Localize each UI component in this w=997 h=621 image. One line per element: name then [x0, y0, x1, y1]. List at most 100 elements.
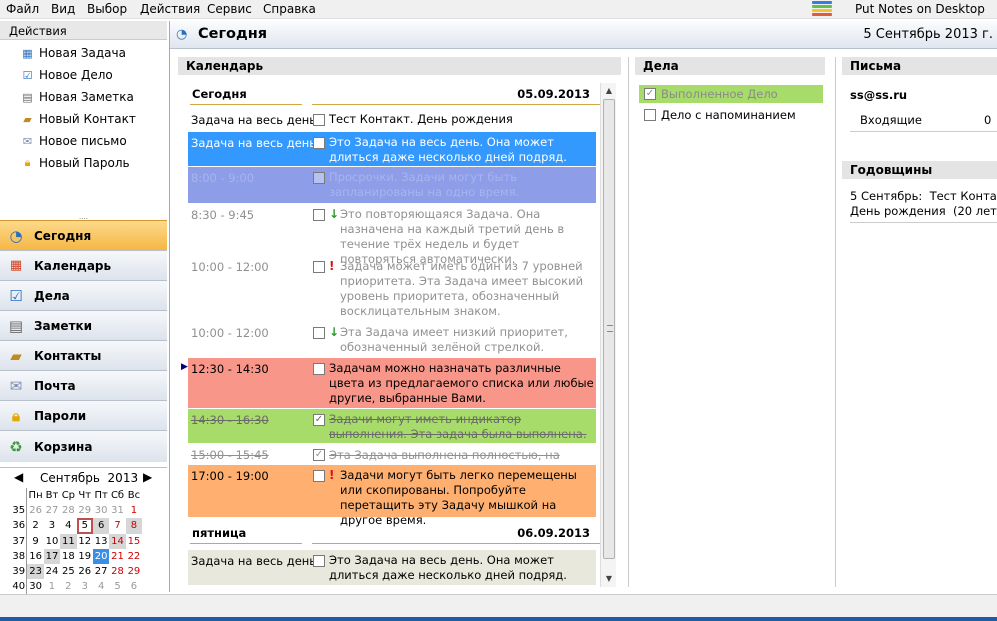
calendar-day[interactable]: 1 — [126, 503, 142, 518]
calendar-day[interactable]: 26 — [27, 503, 43, 518]
calendar-scrollbar[interactable]: ▲ ▼ — [600, 83, 616, 587]
nav-trash[interactable]: ♻ Корзина — [0, 430, 167, 462]
nav-calendar[interactable]: ▦ Календарь — [0, 250, 167, 280]
calendar-event[interactable]: 8:30 - 9:45 ↓ Это повторяющаяся Задача. … — [188, 204, 596, 266]
calendar-event[interactable]: 14:30 - 16:30 ✓ Задачи могут иметь индик… — [188, 409, 596, 443]
task-checkbox[interactable] — [644, 109, 656, 121]
menu-file[interactable]: Файл — [6, 2, 39, 16]
scrollbar-thumb[interactable] — [603, 99, 615, 559]
nav-today[interactable]: ◔ Сегодня — [0, 220, 167, 250]
calendar-event[interactable]: 10:00 - 12:00 ↓ Эта Задача имеет низкий … — [188, 322, 596, 356]
calendar-event[interactable]: 12:30 - 14:30 Задачам можно назначать ра… — [188, 358, 596, 408]
event-checkbox[interactable] — [313, 470, 325, 482]
nav-tasks[interactable]: ☑ Дела — [0, 280, 167, 310]
event-checkbox[interactable] — [313, 137, 325, 149]
calendar-event[interactable]: Задача на весь день Это Задача на весь д… — [188, 550, 596, 585]
calendar-day[interactable]: 5 — [76, 518, 93, 534]
calendar-day[interactable]: 10 — [44, 534, 60, 549]
event-checkbox[interactable] — [313, 114, 325, 126]
calendar-day[interactable]: 7 — [109, 518, 125, 533]
task-item[interactable]: Дело с напоминанием — [639, 106, 823, 124]
calendar-day[interactable]: 2 — [60, 579, 76, 594]
event-checkbox[interactable] — [313, 209, 325, 221]
anniversary-line[interactable]: 5 Сентябрь: Тест Контакт — [850, 189, 997, 203]
calendar-day[interactable]: 28 — [60, 503, 76, 518]
menu-select[interactable]: Выбор — [87, 2, 127, 16]
action-new-note[interactable]: ▤ Новая Заметка — [20, 87, 134, 107]
calendar-day[interactable]: 18 — [60, 549, 76, 564]
prev-month-arrow-icon[interactable]: ◀ — [14, 470, 23, 484]
calendar-event[interactable]: 8:00 - 9:00 Просрочки. Задачи могут быть… — [188, 167, 596, 203]
calendar-day[interactable]: 13 — [93, 534, 109, 549]
calendar-day[interactable]: 9 — [27, 534, 43, 549]
nav-contacts[interactable]: ▰ Контакты — [0, 340, 167, 370]
calendar-day[interactable]: 26 — [77, 564, 93, 579]
calendar-day[interactable]: 6 — [126, 579, 142, 594]
calendar-event[interactable]: 15:00 - 15:45 ✓ Эта Задача выполнена пол… — [188, 444, 596, 477]
calendar-day[interactable]: 20 — [92, 548, 110, 564]
nav-mail[interactable]: ✉ Почта — [0, 370, 167, 400]
scroll-up-arrow-icon[interactable]: ▲ — [601, 83, 617, 99]
calendar-day[interactable]: 1 — [44, 579, 60, 594]
week-number: 37 — [11, 533, 28, 549]
calendar-day[interactable]: 30 — [93, 503, 109, 518]
inbox-label[interactable]: Входящие — [860, 113, 922, 127]
action-new-password[interactable]: 🔒︎ Новый Пароль — [20, 153, 130, 173]
nav-label: Почта — [34, 378, 76, 393]
calendar-day[interactable]: 5 — [109, 579, 125, 594]
calendar-event[interactable]: 17:00 - 19:00 ! Задачи могут быть легко … — [188, 465, 596, 527]
action-new-task[interactable]: ☑ Новое Дело — [20, 65, 113, 85]
calendar-event[interactable]: 10:00 - 12:00 ! Задача может иметь один … — [188, 256, 596, 320]
menu-help[interactable]: Справка — [263, 2, 316, 16]
calendar-day[interactable]: 24 — [44, 564, 60, 579]
calendar-day[interactable]: 25 — [60, 564, 76, 579]
event-checkbox[interactable] — [313, 555, 325, 567]
calendar-day[interactable]: 30 — [27, 579, 43, 594]
event-checkbox[interactable] — [313, 363, 325, 375]
calendar-day[interactable]: 8 — [125, 518, 143, 534]
event-checkbox[interactable]: ✓ — [313, 414, 325, 426]
calendar-day[interactable]: 6 — [92, 518, 110, 534]
calendar-event[interactable]: Задача на весь день Тест Контакт. День р… — [188, 109, 596, 131]
calendar-day[interactable]: 3 — [77, 579, 93, 594]
task-item[interactable]: ✓ Выполненное Дело — [639, 85, 823, 103]
calendar-day[interactable]: 21 — [109, 549, 125, 564]
event-checkbox[interactable] — [313, 261, 325, 273]
calendar-day[interactable]: 3 — [44, 518, 60, 533]
calendar-day[interactable]: 12 — [77, 534, 93, 549]
calendar-day[interactable]: 19 — [77, 549, 93, 564]
action-new-contact[interactable]: ▰ Новый Контакт — [20, 109, 136, 129]
calendar-day[interactable]: 4 — [60, 518, 76, 533]
nav-passwords[interactable]: 🔒︎ Пароли — [0, 400, 167, 430]
scroll-down-arrow-icon[interactable]: ▼ — [601, 571, 617, 587]
action-new-mail[interactable]: ✉ Новое письмо — [20, 131, 127, 151]
calendar-day[interactable]: 17 — [43, 548, 61, 564]
calendar-day[interactable]: 11 — [60, 533, 77, 549]
calendar-day[interactable]: 29 — [77, 503, 93, 518]
calendar-event-selected[interactable]: Задача на весь день Это Задача на весь д… — [188, 132, 596, 166]
calendar-day[interactable]: 16 — [27, 549, 43, 564]
calendar-day[interactable]: 27 — [93, 564, 109, 579]
task-checkbox[interactable]: ✓ — [644, 88, 656, 100]
calendar-day[interactable]: 22 — [126, 549, 142, 564]
calendar-day[interactable]: 31 — [109, 503, 125, 518]
calendar-day[interactable]: 2 — [27, 518, 43, 533]
calendar-day[interactable]: 29 — [126, 564, 142, 579]
calendar-day[interactable]: 14 — [109, 533, 126, 549]
mail-account[interactable]: ss@ss.ru — [850, 88, 907, 102]
calendar-day[interactable]: 28 — [109, 564, 125, 579]
event-checkbox[interactable]: ✓ — [313, 449, 325, 461]
calendar-day[interactable]: 23 — [27, 563, 44, 580]
calendar-day[interactable]: 27 — [44, 503, 60, 518]
calendar-day[interactable]: 15 — [126, 534, 142, 549]
menu-actions[interactable]: Действия — [140, 2, 200, 16]
put-notes-button[interactable]: Put Notes on Desktop — [812, 0, 997, 19]
event-checkbox[interactable] — [313, 172, 325, 184]
action-new-event[interactable]: ▦ Новая Задача — [20, 43, 126, 63]
event-checkbox[interactable] — [313, 327, 325, 339]
next-month-arrow-icon[interactable]: ▶ — [143, 470, 152, 484]
menu-view[interactable]: Вид — [51, 2, 75, 16]
nav-notes[interactable]: ▤ Заметки — [0, 310, 167, 340]
menu-service[interactable]: Сервис — [207, 2, 252, 16]
calendar-day[interactable]: 4 — [93, 579, 109, 594]
